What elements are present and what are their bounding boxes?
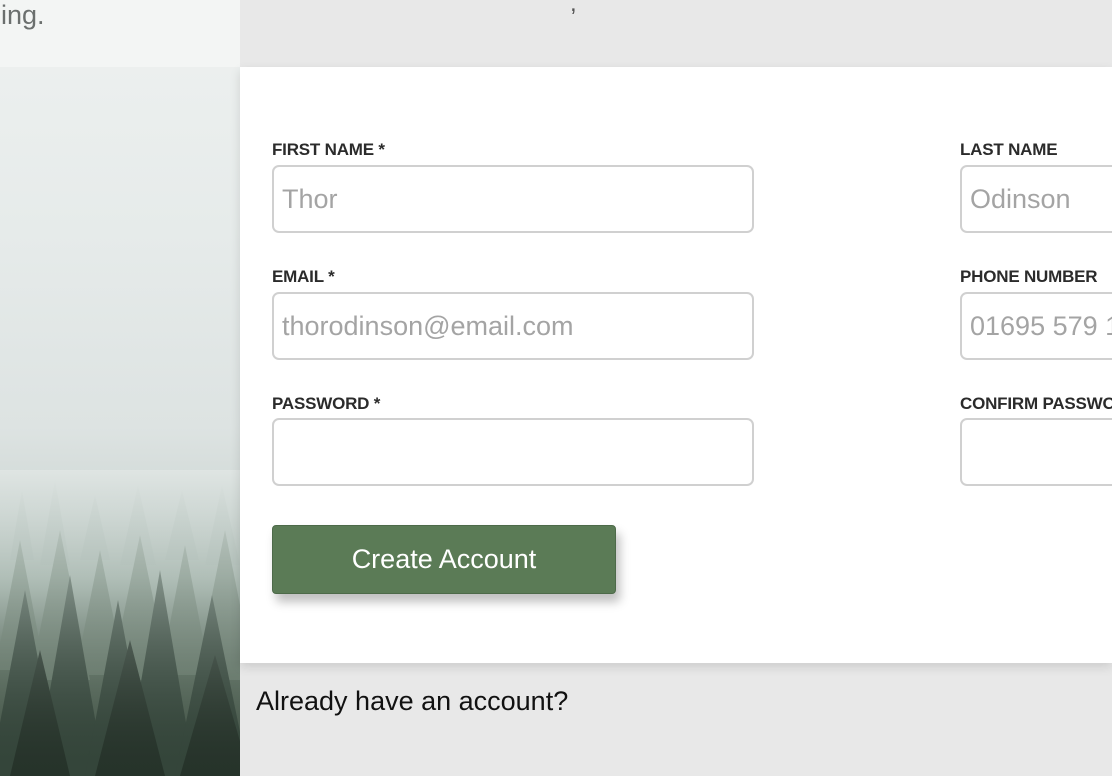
forest-trees-image	[0, 470, 240, 776]
left-caption-bar: ning.	[0, 0, 240, 67]
email-input[interactable]	[272, 292, 754, 360]
first-name-label: FIRST NAME *	[272, 140, 385, 159]
signup-page: ning.	[0, 0, 1112, 776]
first-name-input[interactable]	[272, 165, 754, 233]
password-input[interactable]	[272, 418, 754, 486]
phone-label: PHONE NUMBER	[960, 267, 1098, 286]
forest-image-panel: ning.	[0, 0, 240, 776]
last-name-label: LAST NAME	[960, 140, 1058, 159]
confirm-password-input[interactable]	[960, 418, 1112, 486]
top-strip-text: ,	[570, 0, 577, 17]
signup-form-card: FIRST NAME * LAST NAME EMAIL * PHONE NUM…	[240, 67, 1112, 663]
create-account-button[interactable]: Create Account	[272, 525, 616, 594]
email-label: EMAIL *	[272, 267, 335, 286]
last-name-input[interactable]	[960, 165, 1112, 233]
left-caption-text: ning.	[0, 0, 45, 30]
password-label: PASSWORD *	[272, 394, 381, 413]
top-strip: ,	[240, 0, 1112, 67]
already-have-account-text: Already have an account?	[256, 686, 569, 716]
phone-input[interactable]	[960, 292, 1112, 360]
confirm-password-label: CONFIRM PASSWOR	[960, 394, 1112, 413]
